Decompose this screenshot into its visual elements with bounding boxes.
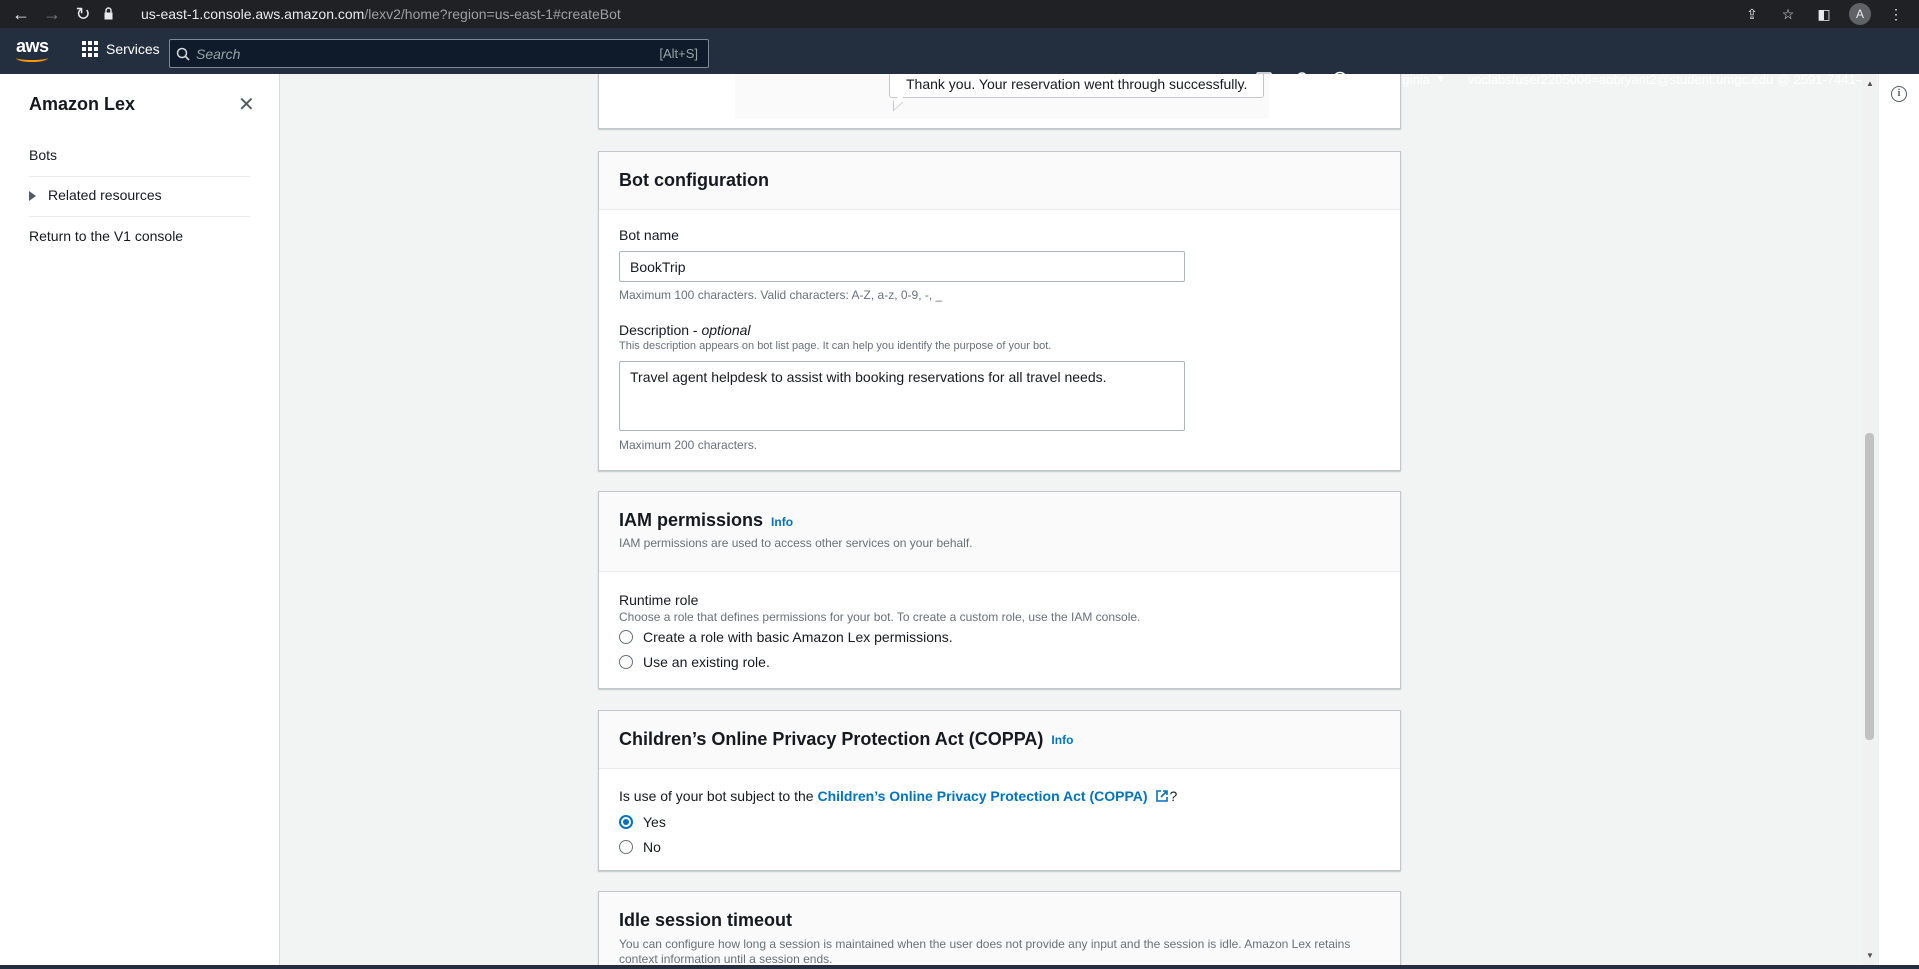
sidenav-item-bots[interactable]: Bots xyxy=(29,147,57,163)
radio-button[interactable] xyxy=(619,840,633,854)
description-help: This description appears on bot list pag… xyxy=(619,340,1052,352)
search-input[interactable] xyxy=(196,45,660,62)
services-label: Services xyxy=(106,41,160,57)
coppa-question: Is use of your bot subject to the Childr… xyxy=(619,788,1177,804)
coppa-question-suffix: ? xyxy=(1169,788,1178,804)
radio-label: Use an existing role. xyxy=(643,654,770,670)
aws-logo-text: aws xyxy=(16,36,49,56)
bottom-bar xyxy=(0,965,1919,969)
description-label: Description - optional xyxy=(619,322,751,338)
sidenav-item-related-resources[interactable]: Related resources xyxy=(29,187,162,203)
main-content: Thank you. Your reservation went through… xyxy=(281,74,1869,969)
address-bar[interactable]: us-east-1.console.aws.amazon.com/lexv2/h… xyxy=(141,5,621,23)
scroll-up-arrow-icon[interactable]: ▲ xyxy=(1864,78,1876,90)
reload-icon[interactable]: ↻ xyxy=(69,0,97,28)
panel-header: Bot configuration xyxy=(599,152,1400,210)
url-host: us-east-1.console.aws.amazon.com xyxy=(141,6,365,22)
side-navigation: Amazon Lex ✕ Bots Related resources Retu… xyxy=(0,74,280,969)
services-menu-button[interactable]: Services xyxy=(82,41,160,57)
tools-rail xyxy=(1878,74,1919,969)
url-path: /lexv2/home?region=us-east-1#createBot xyxy=(364,6,621,22)
panel-title: Bot configuration xyxy=(619,170,769,190)
aws-logo[interactable]: aws xyxy=(16,36,52,66)
forward-arrow-icon[interactable]: → xyxy=(38,0,66,28)
radio-label: Create a role with basic Amazon Lex perm… xyxy=(643,629,953,645)
sidenav-title: Amazon Lex xyxy=(29,94,136,114)
browser-toolbar: ← → ↻ us-east-1.console.aws.amazon.com/l… xyxy=(0,0,1919,28)
info-panel-icon[interactable]: i xyxy=(1891,86,1907,102)
expand-triangle-icon xyxy=(29,191,36,202)
radio-button-selected[interactable] xyxy=(619,815,633,829)
radio-button[interactable] xyxy=(619,655,633,669)
search-icon xyxy=(170,47,196,61)
panel-title: Children’s Online Privacy Protection Act… xyxy=(619,729,1044,749)
panel-header: Children’s Online Privacy Protection Act… xyxy=(599,711,1400,769)
iam-permissions-panel: IAM permissions Info IAM permissions are … xyxy=(598,491,1401,689)
back-arrow-icon[interactable]: ← xyxy=(7,0,35,28)
browser-menu-icon[interactable]: ⋮ xyxy=(1885,3,1907,25)
chat-bubble: Thank you. Your reservation went through… xyxy=(889,74,1265,98)
bot-configuration-panel: Bot configuration Bot name BookTrip Maxi… xyxy=(598,151,1401,471)
search-shortcut-hint: [Alt+S] xyxy=(659,46,698,61)
coppa-link[interactable]: Children’s Online Privacy Protection Act… xyxy=(817,788,1147,804)
bot-name-hint: Maximum 100 characters. Valid characters… xyxy=(619,288,943,302)
divider xyxy=(29,216,250,217)
info-link[interactable]: Info xyxy=(1051,733,1073,747)
chat-preview-area: Thank you. Your reservation went through… xyxy=(735,74,1269,119)
panel-header: Idle session timeout You can configure h… xyxy=(599,892,1400,969)
runtime-role-label: Runtime role xyxy=(619,592,699,608)
radio-button[interactable] xyxy=(619,630,633,644)
lock-icon xyxy=(104,7,113,20)
panel-title: IAM permissions xyxy=(619,510,764,530)
runtime-role-help: Choose a role that defines permissions f… xyxy=(619,610,1141,624)
panel-title: Idle session timeout xyxy=(619,910,793,930)
radio-coppa-yes[interactable]: Yes xyxy=(619,814,666,830)
coppa-question-prefix: Is use of your bot subject to the xyxy=(619,788,818,804)
divider xyxy=(29,176,250,177)
coppa-panel: Children’s Online Privacy Protection Act… xyxy=(598,710,1401,871)
aws-smile-icon xyxy=(16,54,48,62)
side-panel-icon[interactable]: ◧ xyxy=(1813,3,1835,25)
description-label-text: Description xyxy=(619,322,690,338)
bot-name-label: Bot name xyxy=(619,227,679,243)
scrollbar-thumb[interactable] xyxy=(1865,433,1874,740)
profile-avatar[interactable]: A xyxy=(1849,3,1871,25)
radio-label: Yes xyxy=(643,814,666,830)
panel-header: IAM permissions Info IAM permissions are … xyxy=(599,492,1400,572)
radio-create-role[interactable]: Create a role with basic Amazon Lex perm… xyxy=(619,629,953,645)
radio-existing-role[interactable]: Use an existing role. xyxy=(619,654,770,670)
idle-session-timeout-panel: Idle session timeout You can configure h… xyxy=(598,891,1401,969)
panel-subtitle: IAM permissions are used to access other… xyxy=(619,536,973,550)
share-icon[interactable]: ⇪ xyxy=(1741,3,1763,25)
description-hint: Maximum 200 characters. xyxy=(619,438,758,452)
sidenav-item-v1-console[interactable]: Return to the V1 console xyxy=(29,228,183,244)
close-icon[interactable]: ✕ xyxy=(238,92,255,117)
description-textarea[interactable]: Travel agent helpdesk to assist with boo… xyxy=(619,361,1185,431)
radio-coppa-no[interactable]: No xyxy=(619,839,661,855)
info-link[interactable]: Info xyxy=(771,515,793,529)
external-link-icon[interactable] xyxy=(1155,789,1169,803)
search-bar[interactable]: [Alt+S] xyxy=(169,39,709,68)
grid-icon xyxy=(82,41,98,57)
bot-name-input[interactable]: BookTrip xyxy=(619,251,1185,282)
bookmark-star-icon[interactable]: ☆ xyxy=(1777,3,1799,25)
panel-description: You can configure how long a session is … xyxy=(619,937,1351,966)
radio-label: No xyxy=(643,839,661,855)
sidenav-item-label: Related resources xyxy=(48,187,162,203)
optional-label: optional xyxy=(701,322,751,338)
conversation-example-panel: Thank you. Your reservation went through… xyxy=(598,74,1401,129)
scroll-down-arrow-icon[interactable]: ▼ xyxy=(1864,950,1876,962)
